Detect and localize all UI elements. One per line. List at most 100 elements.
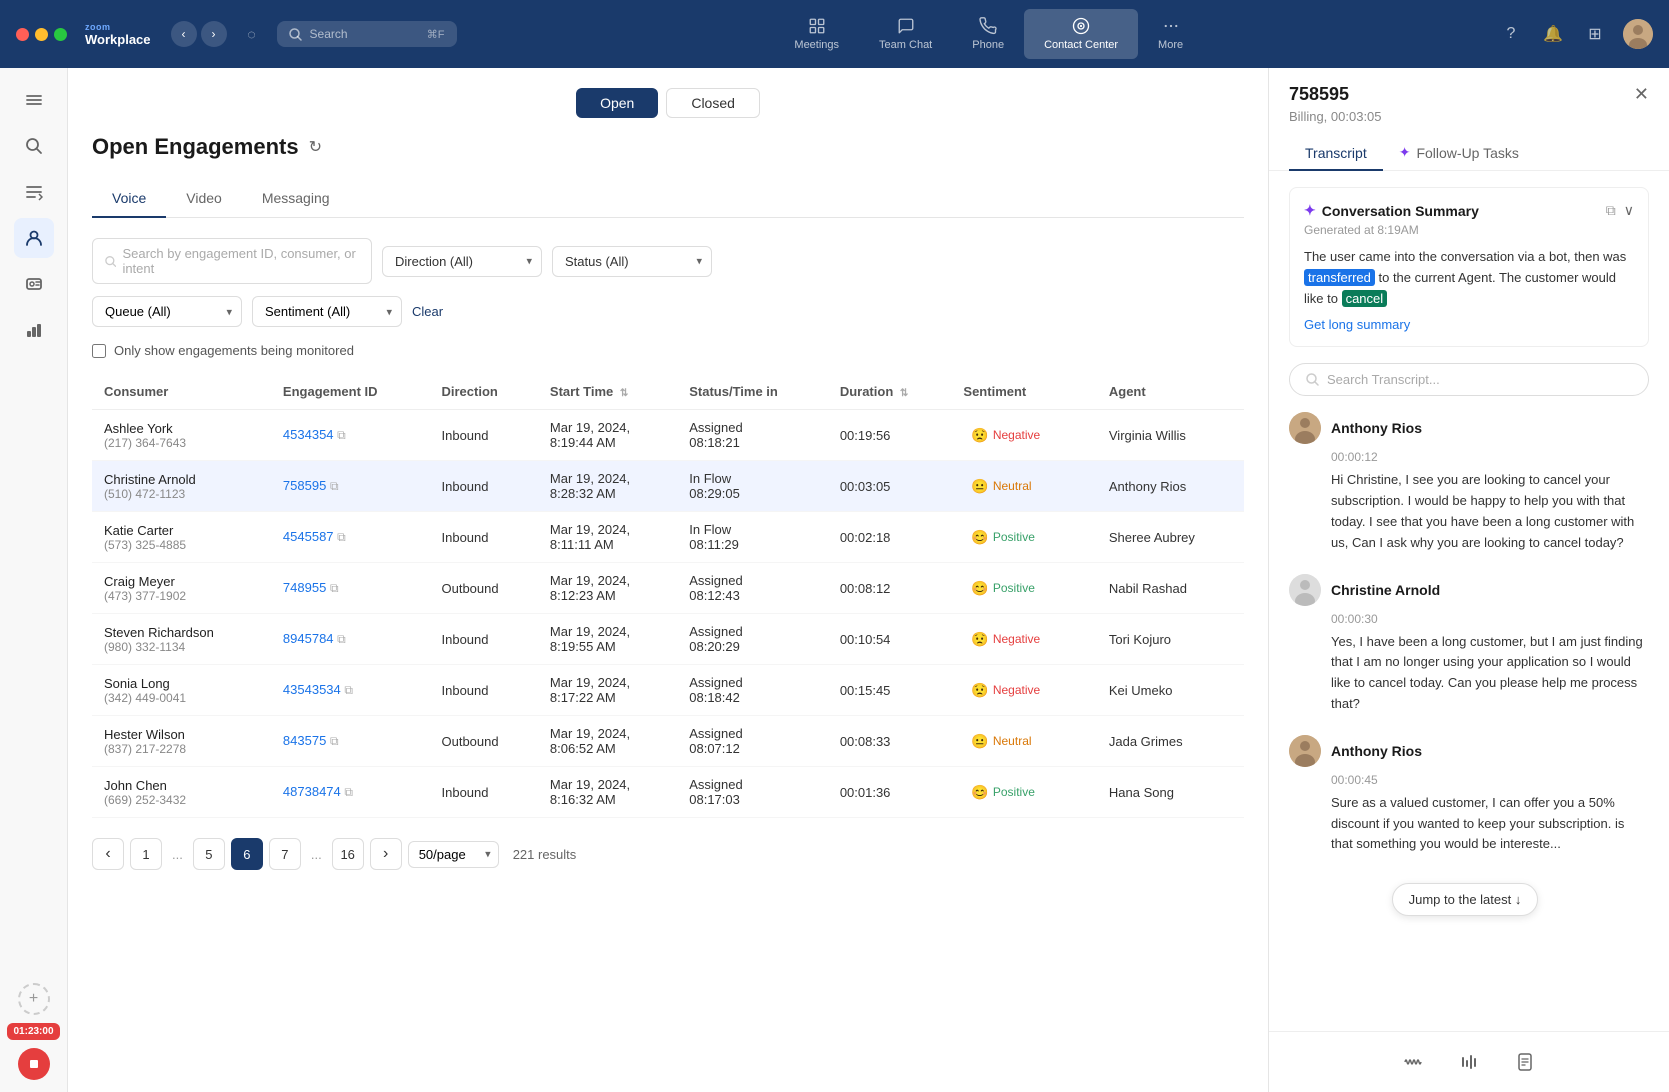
cell-agent: Nabil Rashad xyxy=(1097,563,1244,614)
queue-filter[interactable]: Queue (All) xyxy=(92,296,242,327)
nav-phone[interactable]: Phone xyxy=(952,9,1024,59)
copy-id-icon[interactable]: ⧉ xyxy=(337,632,346,646)
monitor-checkbox[interactable] xyxy=(92,344,106,358)
add-button[interactable]: + xyxy=(18,983,50,1015)
engagement-id-link[interactable]: 748955 xyxy=(283,580,326,595)
tab-transcript[interactable]: Transcript xyxy=(1289,136,1383,171)
zoom-logo-text: zoom xyxy=(85,22,111,32)
sidebar-queue-icon[interactable] xyxy=(14,172,54,212)
table-row[interactable]: Christine Arnold (510) 472-1123 758595 ⧉… xyxy=(92,461,1244,512)
search-engagement-placeholder: Search by engagement ID, consumer, or in… xyxy=(122,246,359,276)
engagement-id-link[interactable]: 48738474 xyxy=(283,784,341,799)
table-row[interactable]: John Chen (669) 252-3432 48738474 ⧉ Inbo… xyxy=(92,767,1244,818)
search-engagement-icon xyxy=(105,255,116,268)
status-filter[interactable]: Status (All) Assigned In Flow xyxy=(552,246,712,277)
follow-up-star-icon: ✦ xyxy=(1399,144,1411,161)
copy-id-icon[interactable]: ⧉ xyxy=(344,785,353,799)
engagement-id-link[interactable]: 4534354 xyxy=(283,427,334,442)
layout-button[interactable]: ⊞ xyxy=(1581,20,1609,48)
open-tab[interactable]: Open xyxy=(576,88,658,118)
open-closed-tabs: Open Closed xyxy=(92,88,1244,118)
tab-follow-up[interactable]: ✦ Follow-Up Tasks xyxy=(1383,136,1535,171)
engagement-id-link[interactable]: 43543534 xyxy=(283,682,341,697)
cell-consumer: Ashlee York (217) 364-7643 xyxy=(92,410,271,461)
table-row[interactable]: Craig Meyer (473) 377-1902 748955 ⧉ Outb… xyxy=(92,563,1244,614)
tab-voice[interactable]: Voice xyxy=(92,180,166,218)
sentiment-filter-wrapper: Sentiment (All) Negative Positive Neutra… xyxy=(252,296,402,327)
page-1-button[interactable]: 1 xyxy=(130,838,162,870)
closed-tab[interactable]: Closed xyxy=(666,88,760,118)
sidebar-id-icon[interactable] xyxy=(14,264,54,304)
nav-contact-center[interactable]: Contact Center xyxy=(1024,9,1138,59)
history-button[interactable]: ◌ xyxy=(239,21,265,47)
audio-waveform-button[interactable] xyxy=(1395,1044,1431,1080)
copy-id-icon[interactable]: ⧉ xyxy=(337,428,346,442)
table-row[interactable]: Ashlee York (217) 364-7643 4534354 ⧉ Inb… xyxy=(92,410,1244,461)
page-6-button[interactable]: 6 xyxy=(231,838,263,870)
user-avatar-icon xyxy=(1623,19,1653,49)
avatar[interactable] xyxy=(1623,19,1653,49)
clear-filters-button[interactable]: Clear xyxy=(412,304,443,319)
nav-more[interactable]: More xyxy=(1138,9,1203,59)
table-row[interactable]: Katie Carter (573) 325-4885 4545587 ⧉ In… xyxy=(92,512,1244,563)
back-button[interactable]: ‹ xyxy=(171,21,197,47)
tab-messaging[interactable]: Messaging xyxy=(242,180,350,218)
sidebar-chart-icon[interactable] xyxy=(14,310,54,350)
page-7-button[interactable]: 7 xyxy=(269,838,301,870)
cell-agent: Kei Umeko xyxy=(1097,665,1244,716)
prev-page-button[interactable]: ‹ xyxy=(92,838,124,870)
transcript-icon-button[interactable] xyxy=(1507,1044,1543,1080)
global-search-bar[interactable]: Search ⌘F xyxy=(277,21,457,47)
engagement-id-link[interactable]: 843575 xyxy=(283,733,326,748)
engagement-search-input[interactable]: Search by engagement ID, consumer, or in… xyxy=(92,238,372,284)
get-long-summary-link[interactable]: Get long summary xyxy=(1304,317,1634,332)
table-row[interactable]: Hester Wilson (837) 217-2278 843575 ⧉ Ou… xyxy=(92,716,1244,767)
sidebar-search-icon[interactable] xyxy=(14,126,54,166)
table-row[interactable]: Sonia Long (342) 449-0041 43543534 ⧉ Inb… xyxy=(92,665,1244,716)
copy-id-icon[interactable]: ⧉ xyxy=(337,530,346,544)
forward-button[interactable]: › xyxy=(201,21,227,47)
engagement-id-link[interactable]: 758595 xyxy=(283,478,326,493)
bars-button[interactable] xyxy=(1451,1044,1487,1080)
next-page-button[interactable]: › xyxy=(370,838,402,870)
minimize-window-btn[interactable] xyxy=(35,28,48,41)
notifications-button[interactable]: 🔔 xyxy=(1539,20,1567,48)
help-button[interactable]: ? xyxy=(1497,20,1525,48)
filters-row-2: Queue (All) ▾ Sentiment (All) Negative P… xyxy=(92,296,1244,327)
engagement-id-link[interactable]: 8945784 xyxy=(283,631,334,646)
per-page-wrapper: 50/page 25/page 100/page xyxy=(408,841,499,868)
cell-direction: Inbound xyxy=(430,665,538,716)
copy-id-icon[interactable]: ⧉ xyxy=(330,581,339,595)
close-window-btn[interactable] xyxy=(16,28,29,41)
sentiment-filter[interactable]: Sentiment (All) Negative Positive Neutra… xyxy=(252,296,402,327)
copy-id-icon[interactable]: ⧉ xyxy=(344,683,353,697)
collapse-summary-button[interactable]: ∨ xyxy=(1624,202,1634,219)
engagement-id-link[interactable]: 4545587 xyxy=(283,529,334,544)
copy-id-icon[interactable]: ⧉ xyxy=(330,734,339,748)
cell-duration: 00:19:56 xyxy=(828,410,952,461)
close-right-panel-button[interactable]: ✕ xyxy=(1634,84,1649,105)
nav-meetings[interactable]: Meetings xyxy=(774,9,859,59)
table-row[interactable]: Steven Richardson (980) 332-1134 8945784… xyxy=(92,614,1244,665)
cell-direction: Inbound xyxy=(430,461,538,512)
maximize-window-btn[interactable] xyxy=(54,28,67,41)
page-5-button[interactable]: 5 xyxy=(193,838,225,870)
content-tab-bar: Voice Video Messaging xyxy=(92,180,1244,218)
cell-start-time: Mar 19, 2024, 8:16:32 AM xyxy=(538,767,677,818)
message-2-text: Yes, I have been a long customer, but I … xyxy=(1331,632,1649,715)
sidebar-menu-icon[interactable] xyxy=(14,80,54,120)
col-sentiment: Sentiment xyxy=(951,374,1096,410)
zoom-logo: zoom Workplace xyxy=(85,22,151,47)
jump-to-latest-button[interactable]: Jump to the latest ↓ xyxy=(1392,883,1539,916)
tab-video[interactable]: Video xyxy=(166,180,242,218)
copy-summary-button[interactable]: ⧉ xyxy=(1606,202,1616,219)
transcript-search-bar[interactable]: Search Transcript... xyxy=(1289,363,1649,396)
sidebar-contacts-icon[interactable] xyxy=(14,218,54,258)
direction-filter[interactable]: Direction (All) Inbound Outbound xyxy=(382,246,542,277)
copy-id-icon[interactable]: ⧉ xyxy=(330,479,339,493)
refresh-button[interactable]: ↻ xyxy=(309,137,322,157)
page-16-button[interactable]: 16 xyxy=(332,838,364,870)
per-page-select[interactable]: 50/page 25/page 100/page xyxy=(408,841,499,868)
nav-team-chat[interactable]: Team Chat xyxy=(859,9,952,59)
topbar-nav: Meetings Team Chat Phone Contact Center … xyxy=(493,9,1485,59)
